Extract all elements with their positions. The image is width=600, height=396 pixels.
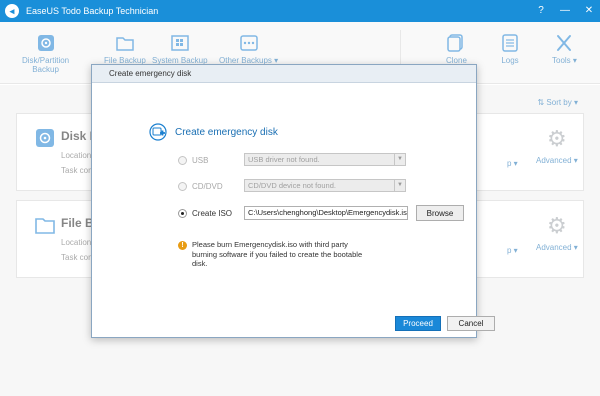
usb-label: USB xyxy=(192,155,209,165)
title-bar: ◂ EaseUS Todo Backup Technician ? — ✕ xyxy=(0,0,600,22)
usb-select[interactable]: USB driver not found. ▼ xyxy=(244,153,406,166)
create-iso-radio[interactable] xyxy=(178,208,187,218)
cddvd-select[interactable]: CD/DVD device not found. ▼ xyxy=(244,179,406,192)
window-title: EaseUS Todo Backup Technician xyxy=(26,6,159,16)
help-icon[interactable]: ? xyxy=(534,3,548,17)
minimize-icon[interactable]: — xyxy=(558,3,572,17)
usb-select-value: USB driver not found. xyxy=(248,155,320,164)
back-arrow-icon[interactable]: ◂ xyxy=(5,4,19,18)
dialog-heading: Create emergency disk xyxy=(149,123,278,141)
info-icon: ! xyxy=(178,241,187,250)
usb-option[interactable]: USB xyxy=(178,153,208,167)
info-message: ! Please burn Emergencydisk.iso with thi… xyxy=(178,240,372,269)
dialog-heading-text: Create emergency disk xyxy=(175,126,278,138)
create-iso-label: Create ISO xyxy=(192,208,233,218)
browse-button[interactable]: Browse xyxy=(416,205,464,221)
chevron-down-icon: ▼ xyxy=(394,180,405,191)
iso-path-input[interactable]: C:\Users\chenghong\Desktop\Emergencydisk… xyxy=(244,206,408,220)
close-icon[interactable]: ✕ xyxy=(582,3,596,17)
cddvd-label: CD/DVD xyxy=(192,181,223,191)
cddvd-radio[interactable] xyxy=(178,181,187,191)
dialog-title: Create emergency disk xyxy=(92,65,476,83)
create-iso-option[interactable]: Create ISO xyxy=(178,206,232,220)
usb-radio[interactable] xyxy=(178,155,187,165)
add-disk-icon xyxy=(149,123,167,141)
info-text: Please burn Emergencydisk.iso with third… xyxy=(192,240,363,268)
create-emergency-disk-dialog: Create emergency disk Create emergency d… xyxy=(91,64,495,338)
cancel-button[interactable]: Cancel xyxy=(447,316,495,331)
cddvd-select-value: CD/DVD device not found. xyxy=(248,181,336,190)
cddvd-option[interactable]: CD/DVD xyxy=(178,179,223,193)
chevron-down-icon: ▼ xyxy=(394,154,405,165)
proceed-button[interactable]: Proceed xyxy=(395,316,441,331)
